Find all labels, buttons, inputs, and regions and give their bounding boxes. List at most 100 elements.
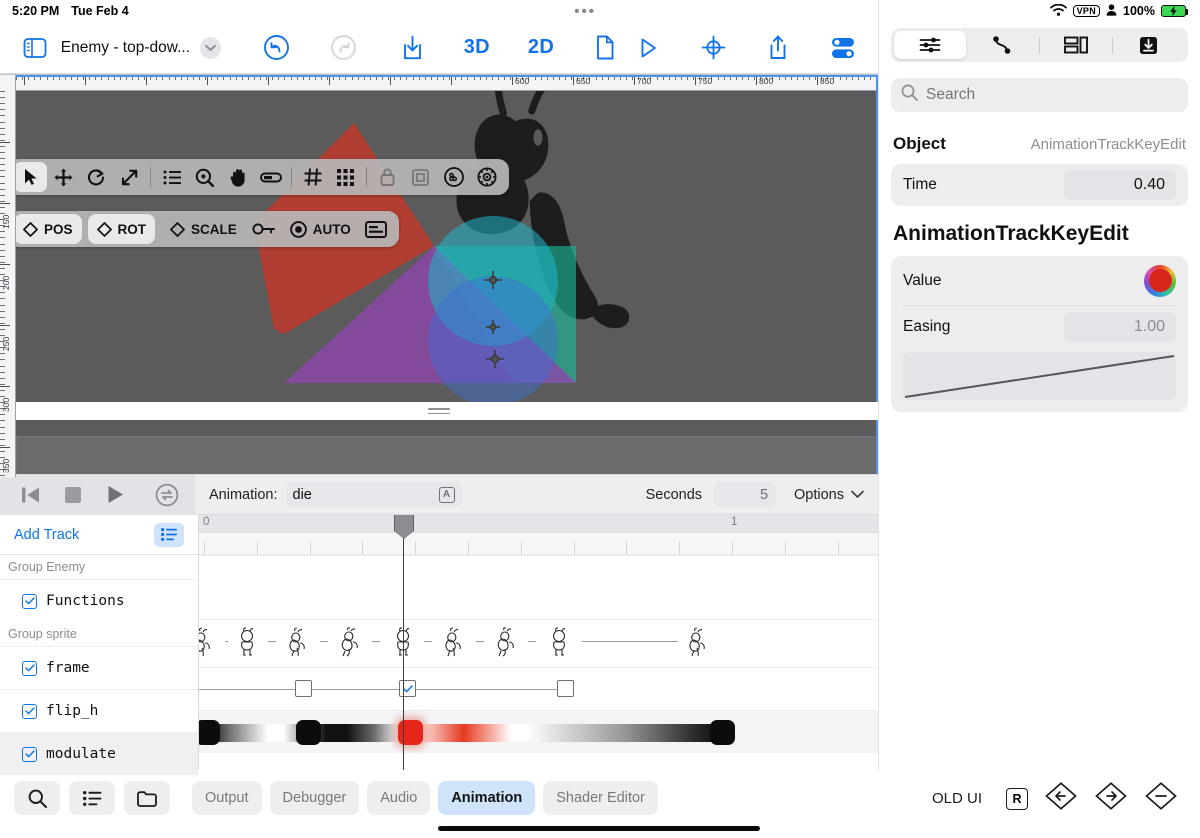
- share-icon[interactable]: [756, 26, 799, 70]
- search-icon[interactable]: [14, 781, 60, 815]
- stop-icon[interactable]: [52, 475, 94, 515]
- ruler-tool[interactable]: [254, 162, 287, 192]
- search-input[interactable]: [926, 86, 1178, 104]
- tab-layout[interactable]: [1040, 31, 1112, 59]
- old-ui-button[interactable]: OLD UI: [932, 790, 982, 807]
- viewport-tool-strip[interactable]: [8, 159, 509, 195]
- zoom-tool[interactable]: [188, 162, 221, 192]
- save-download-icon[interactable]: [391, 26, 434, 70]
- easing-value-field[interactable]: 1.00: [1064, 312, 1176, 342]
- tab-debugger[interactable]: Debugger: [270, 781, 360, 815]
- key-remove-icon[interactable]: [1144, 781, 1178, 816]
- easing-row[interactable]: Easing 1.00: [891, 306, 1188, 348]
- view-2d-button[interactable]: 2D: [518, 36, 564, 59]
- frame-thumbnail[interactable]: [280, 625, 318, 659]
- auto-badge[interactable]: A: [439, 487, 455, 503]
- options-button[interactable]: Options: [794, 487, 864, 503]
- lane-flip-h[interactable]: [199, 667, 878, 710]
- panel-icon[interactable]: [360, 214, 393, 244]
- hand-tool[interactable]: [221, 162, 254, 192]
- r-badge[interactable]: R: [1006, 788, 1028, 810]
- pos-chip[interactable]: POS: [14, 214, 82, 244]
- grid-tool[interactable]: [296, 162, 329, 192]
- outline-list-icon[interactable]: [69, 781, 115, 815]
- script-page-icon[interactable]: [584, 26, 627, 70]
- inspector-tab-bar[interactable]: [891, 28, 1188, 62]
- toggles-icon[interactable]: [821, 26, 864, 70]
- transform-mode-strip[interactable]: POS ROT SCALE AUTO: [8, 211, 399, 247]
- play-icon[interactable]: [627, 26, 670, 70]
- lane-modulate[interactable]: [199, 710, 878, 753]
- dots-grid-tool[interactable]: [329, 162, 362, 192]
- add-track-label[interactable]: Add Track: [14, 527, 79, 543]
- track-enable-checkbox[interactable]: [22, 704, 37, 719]
- tab-curve[interactable]: [966, 31, 1038, 59]
- keyframe-bool[interactable]: [295, 680, 312, 697]
- key-prev-icon[interactable]: [1044, 781, 1078, 816]
- track-enable-checkbox[interactable]: [22, 594, 37, 609]
- loop-icon[interactable]: [146, 475, 188, 515]
- rot-chip[interactable]: ROT: [88, 214, 156, 244]
- timeline-ruler[interactable]: 0 1: [199, 515, 878, 533]
- track-row-modulate[interactable]: modulate: [0, 732, 198, 775]
- bottom-tabs[interactable]: Output Debugger Audio Animation Shader E…: [170, 770, 658, 815]
- track-enable-checkbox[interactable]: [22, 661, 37, 676]
- keyframe-color[interactable]: [199, 720, 220, 745]
- frame-thumbnail[interactable]: [488, 625, 526, 659]
- list-tool[interactable]: [155, 162, 188, 192]
- track-row-functions[interactable]: Functions: [0, 579, 198, 622]
- value-row[interactable]: Value: [891, 256, 1188, 305]
- lane-functions[interactable]: [199, 555, 878, 619]
- scale-tool[interactable]: [113, 162, 146, 192]
- animation-name-field[interactable]: die A: [286, 482, 462, 507]
- frame-thumbnail[interactable]: [332, 625, 370, 659]
- tab-animation[interactable]: Animation: [438, 781, 535, 815]
- gear-icon[interactable]: [470, 162, 503, 192]
- keyframe-color[interactable]: [710, 720, 735, 745]
- frame-thumbnail[interactable]: [540, 625, 578, 659]
- tab-import[interactable]: [1113, 31, 1185, 59]
- frame-thumbnail[interactable]: [199, 625, 223, 659]
- keyframe-color-selected[interactable]: [398, 720, 423, 745]
- keyframe-bool-selected[interactable]: [399, 680, 416, 697]
- frame-thumbnail[interactable]: [680, 625, 718, 659]
- key-next-icon[interactable]: [1094, 781, 1128, 816]
- lane-frame[interactable]: [199, 619, 878, 667]
- track-enable-checkbox[interactable]: [22, 747, 37, 762]
- time-row[interactable]: Time 0.40: [891, 164, 1188, 206]
- panel-resize-handle[interactable]: [0, 402, 878, 420]
- folder-icon[interactable]: [124, 781, 170, 815]
- move-tool[interactable]: [47, 162, 80, 192]
- document-title[interactable]: Enemy - top-dow...: [61, 39, 190, 57]
- frame-thumbnail[interactable]: [436, 625, 474, 659]
- rotate-tool[interactable]: [80, 162, 113, 192]
- auto-key-chip[interactable]: AUTO: [281, 214, 360, 244]
- command-icon[interactable]: [437, 162, 470, 192]
- select-tool[interactable]: [14, 162, 47, 192]
- undo-icon[interactable]: [255, 26, 298, 70]
- track-list-icon[interactable]: [154, 523, 184, 547]
- play-icon[interactable]: [94, 475, 136, 515]
- easing-curve-graph[interactable]: [903, 352, 1176, 400]
- keyframe-color[interactable]: [296, 720, 321, 745]
- color-picker-swatch[interactable]: [1144, 265, 1176, 297]
- search-field[interactable]: [891, 78, 1188, 112]
- view-3d-button[interactable]: 3D: [454, 36, 500, 59]
- tab-audio[interactable]: Audio: [367, 781, 430, 815]
- key-icon[interactable]: [248, 214, 281, 244]
- add-track-row[interactable]: Add Track: [0, 515, 198, 555]
- tab-output[interactable]: Output: [192, 781, 262, 815]
- tab-properties[interactable]: [894, 31, 966, 59]
- skip-start-icon[interactable]: [10, 475, 52, 515]
- timeline-lanes[interactable]: 0 1: [199, 515, 878, 770]
- tab-shader-editor[interactable]: Shader Editor: [543, 781, 658, 815]
- transport-controls[interactable]: [0, 475, 195, 515]
- chevron-down-icon[interactable]: [200, 37, 221, 59]
- frame-thumbnail[interactable]: [228, 625, 266, 659]
- playhead[interactable]: [403, 533, 404, 770]
- target-icon[interactable]: [692, 26, 735, 70]
- keyframe-bool[interactable]: [557, 680, 574, 697]
- track-row-flip-h[interactable]: flip_h: [0, 689, 198, 732]
- scale-chip[interactable]: SCALE: [161, 214, 246, 244]
- sidebar-toggle-icon[interactable]: [14, 26, 57, 70]
